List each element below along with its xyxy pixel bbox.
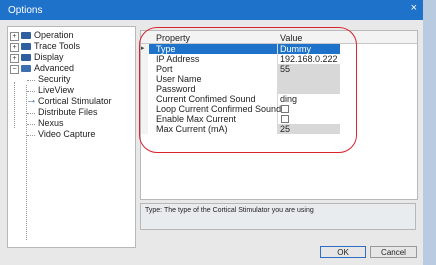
tree-connector [27, 124, 35, 125]
grid-row-type[interactable]: ▸ Type Dummy [141, 44, 417, 54]
row-gutter [141, 64, 148, 74]
tree-item-label: Distribute Files [38, 107, 98, 117]
row-gutter [141, 104, 148, 114]
property-name: Max Current (mA) [149, 124, 278, 134]
grid-row-port[interactable]: Port 55 [141, 64, 417, 74]
property-column-header: Property [156, 33, 191, 43]
property-grid: Property Value ▸ Type Dummy IP Address 1… [140, 30, 418, 200]
title-bar: Options × [0, 0, 423, 20]
property-value[interactable]: Dummy [278, 44, 340, 54]
grid-header: Property Value [141, 31, 417, 44]
row-gutter [141, 124, 148, 134]
tree-item-label: Cortical Stimulator [38, 96, 112, 106]
row-marker-icon: ▸ [141, 44, 148, 54]
tree-item-label: LiveView [38, 85, 74, 95]
tree-item-label: Advanced [34, 63, 75, 73]
tree-item-label: Trace Tools [34, 41, 81, 51]
selected-arrow-icon: → [26, 94, 37, 106]
property-name: Enable Max Current [149, 114, 278, 124]
options-window: Options × + Operation + Trace Tools + Di… [0, 0, 424, 265]
property-value[interactable]: ding [278, 94, 340, 104]
grid-row-enable-max-current[interactable]: Enable Max Current [141, 114, 417, 124]
property-name: Password [149, 84, 278, 94]
tree-item-label: Nexus [38, 118, 64, 128]
property-value[interactable]: 25 [278, 124, 340, 134]
options-tree: + Operation + Trace Tools + Display − Ad… [7, 26, 136, 248]
tree-connector [27, 113, 35, 114]
ok-button[interactable]: OK [320, 246, 366, 258]
loop-sound-checkbox[interactable] [281, 105, 289, 113]
grid-row-loop-current-confirmed-sound[interactable]: Loop Current Confirmed Sound [141, 104, 417, 114]
tree-connector [27, 91, 35, 92]
row-gutter [141, 94, 148, 104]
grid-row-max-current[interactable]: Max Current (mA) 25 [141, 124, 417, 134]
tree-item-label: Security [38, 74, 71, 84]
expand-icon[interactable]: + [10, 32, 19, 41]
property-value[interactable]: 55 [278, 64, 340, 74]
window-title: Options [8, 5, 43, 16]
grid-row-current-confimed-sound[interactable]: Current Confimed Sound ding [141, 94, 417, 104]
property-value [278, 114, 340, 124]
tree-connector [27, 80, 35, 81]
grid-row-password[interactable]: Password [141, 84, 417, 94]
enable-max-current-checkbox[interactable] [281, 115, 289, 123]
property-value[interactable] [278, 84, 340, 94]
property-name: Type [149, 44, 278, 54]
cancel-button[interactable]: Cancel [370, 246, 417, 258]
tree-item-label: Operation [34, 30, 74, 40]
background-strip [423, 0, 436, 265]
property-name: Loop Current Confirmed Sound [149, 104, 281, 114]
tree-connector [27, 135, 35, 136]
tree-item-label: Video Capture [38, 129, 96, 139]
tree-item-label: Display [34, 52, 64, 62]
folder-icon [21, 43, 31, 50]
value-column-header: Value [280, 33, 303, 43]
folder-icon [21, 32, 31, 39]
property-name: IP Address [149, 54, 278, 64]
property-value [278, 104, 340, 114]
open-folder-icon [21, 65, 31, 72]
tree-connector [26, 85, 27, 240]
description-text: Type: The type of the Cortical Stimulato… [145, 207, 314, 214]
property-name: User Name [149, 74, 278, 84]
row-gutter [141, 54, 148, 64]
collapse-icon[interactable]: − [10, 65, 19, 74]
folder-icon [21, 54, 31, 61]
row-gutter [141, 74, 148, 84]
tree-connector [14, 82, 15, 128]
row-gutter [141, 84, 148, 94]
property-name: Current Confimed Sound [149, 94, 278, 104]
description-panel: Type: The type of the Cortical Stimulato… [140, 203, 416, 230]
expand-icon[interactable]: + [10, 43, 19, 52]
property-name: Port [149, 64, 278, 74]
property-value[interactable]: 192.168.0.222 [278, 54, 340, 64]
property-value[interactable] [278, 74, 340, 84]
expand-icon[interactable]: + [10, 54, 19, 63]
close-icon[interactable]: × [411, 2, 417, 14]
row-gutter [141, 114, 148, 124]
grid-row-ip-address[interactable]: IP Address 192.168.0.222 [141, 54, 417, 64]
grid-row-user-name[interactable]: User Name [141, 74, 417, 84]
